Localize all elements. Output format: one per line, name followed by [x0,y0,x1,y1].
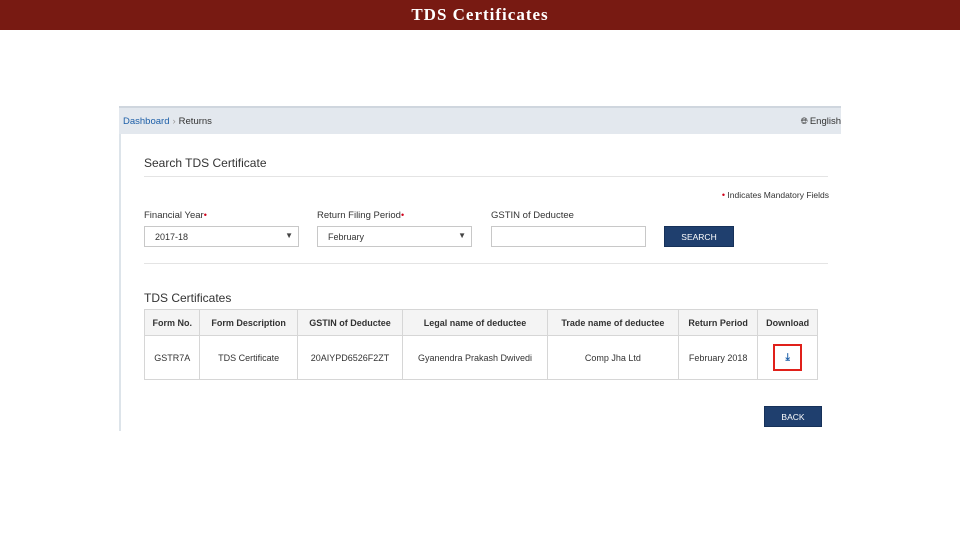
gstin-label: GSTIN of Deductee [491,210,574,221]
trade-name-cell: Comp Jha Ltd [546,335,679,380]
legal-name-cell: Gyanendra Prakash Dwivedi [402,335,548,380]
financial-year-label-text: Financial Year [144,210,204,221]
divider [144,176,828,177]
required-dot-icon: • [203,210,207,220]
caret-down-icon: ▼ [458,231,466,240]
back-button[interactable]: BACK [764,406,822,427]
breadcrumb-separator: › [172,116,176,127]
column-header: GSTIN of Deductee [296,309,404,336]
download-icon[interactable]: ⤓ [785,352,789,363]
form-description-cell: TDS Certificate [199,335,298,380]
caret-down-icon: ▼ [285,231,293,240]
globe-icon: 🌐︎ [800,116,808,126]
mandatory-note: • Indicates Mandatory Fields [722,190,829,200]
divider [144,263,828,264]
table-header-row: Form No. Form Description GSTIN of Deduc… [143,309,818,336]
search-button[interactable]: SEARCH [664,226,734,247]
slide-title: TDS Certificates [0,0,960,30]
gstin-cell: 20AIYPD6526F2ZT [296,335,404,380]
breadcrumb-bar: Dashboard › Returns 🌐︎ English [119,106,841,134]
mandatory-dot-icon: • [721,190,726,200]
form-no-cell: GSTR7A [143,335,201,380]
language-label: English [809,116,841,127]
column-header: Legal name of deductee [402,309,548,336]
table-row: GSTR7A TDS Certificate 20AIYPD6526F2ZT G… [143,335,818,380]
column-header: Form Description [199,309,298,336]
return-period-label: Return Filing Period• [317,210,404,221]
breadcrumb: Dashboard › Returns [123,116,212,127]
mandatory-note-text: Indicates Mandatory Fields [727,190,829,200]
gstin-input[interactable] [491,226,646,247]
column-header: Trade name of deductee [546,309,679,336]
financial-year-value: 2017-18 [155,232,189,242]
return-period-select[interactable]: February ▼ [317,226,472,247]
download-highlight: ⤓ [773,344,803,371]
search-section-title: Search TDS Certificate [144,156,267,170]
financial-year-select[interactable]: 2017-18 ▼ [144,226,299,247]
column-header: Form No. [143,309,201,336]
return-period-cell: February 2018 [677,335,759,380]
download-cell: ⤓ [757,335,818,380]
certificates-table: Form No. Form Description GSTIN of Deduc… [143,309,818,380]
breadcrumb-returns: Returns [178,116,212,127]
gst-portal-screenshot: Dashboard › Returns 🌐︎ English Search TDS C… [119,106,841,431]
breadcrumb-dashboard-link[interactable]: Dashboard [123,116,169,127]
language-selector[interactable]: 🌐︎ English [801,116,841,127]
left-divider [119,134,121,431]
return-period-value: February [328,232,365,242]
column-header: Return Period [677,309,759,336]
column-header: Download [757,309,818,336]
financial-year-label: Financial Year• [144,210,207,221]
required-dot-icon: • [400,210,405,220]
return-period-label-text: Return Filing Period [317,210,401,221]
certificates-section-title: TDS Certificates [144,291,232,305]
